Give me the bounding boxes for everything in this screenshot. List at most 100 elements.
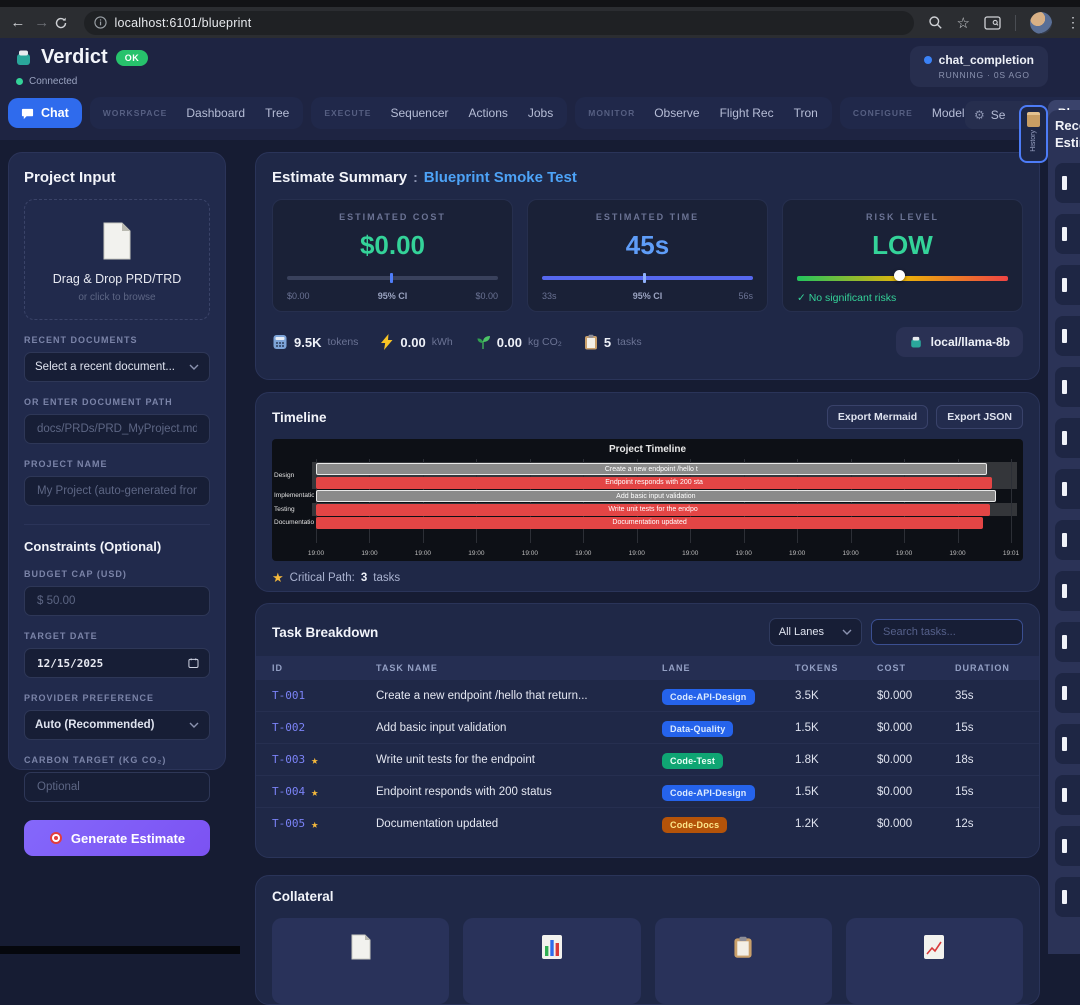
nav-tab-jobs[interactable]: Jobs <box>518 100 563 126</box>
task-name: Write unit tests for the endpoint <box>376 754 662 766</box>
document-path-input[interactable] <box>35 422 199 436</box>
profile-avatar[interactable] <box>1030 12 1052 34</box>
generate-estimate-button[interactable]: Generate Estimate <box>24 820 210 856</box>
task-search-input[interactable] <box>881 625 1013 639</box>
estimate-item-text-clipped <box>1062 533 1067 547</box>
document-icon <box>100 222 134 260</box>
project-name-input[interactable] <box>35 484 199 498</box>
task-table-header: IDTASK NAMELANETOKENSCOSTDURATION <box>256 656 1039 680</box>
column-header-cost: COST <box>877 663 955 673</box>
task-breakdown-title: Task Breakdown <box>272 625 378 640</box>
collateral-card[interactable] <box>272 918 449 1004</box>
estimate-history-item[interactable] <box>1055 877 1080 917</box>
gantt-chart-title: Project Timeline <box>272 444 1023 455</box>
task-id-text: T-002 <box>272 721 305 734</box>
chevron-down-icon <box>189 722 199 728</box>
nav-tab-actions[interactable]: Actions <box>459 100 518 126</box>
task-duration: 15s <box>955 786 1025 798</box>
estimate-item-text-clipped <box>1062 788 1067 802</box>
estimate-history-item[interactable] <box>1055 469 1080 509</box>
table-row[interactable]: T-003★Write unit tests for the endpointC… <box>256 744 1039 776</box>
browser-refresh-icon[interactable] <box>54 16 78 30</box>
nav-tab-flight-rec[interactable]: Flight Rec <box>710 100 784 126</box>
gantt-bar[interactable]: Endpoint responds with 200 sta <box>316 477 992 489</box>
estimate-item-text-clipped <box>1062 227 1067 241</box>
lane-badge: Data-Quality <box>662 721 733 737</box>
gantt-bar[interactable]: Add basic input validation <box>316 490 996 502</box>
provider-preference-select[interactable]: Auto (Recommended) <box>24 710 210 740</box>
estimate-history-item[interactable] <box>1055 571 1080 611</box>
estimate-history-item[interactable] <box>1055 163 1080 203</box>
estimate-history-item[interactable] <box>1055 367 1080 407</box>
sidebar-divider <box>24 524 210 525</box>
file-dropzone[interactable]: Drag & Drop PRD/TRD or click to browse <box>24 199 210 320</box>
task-id: T-004★ <box>272 785 376 799</box>
lane-badge: Code-API-Design <box>662 689 755 705</box>
provider-preference-label: PROVIDER PREFERENCE <box>24 693 210 703</box>
target-date-input[interactable] <box>35 656 188 671</box>
table-row[interactable]: T-004★Endpoint responds with 200 statusC… <box>256 776 1039 808</box>
estimate-history-item[interactable] <box>1055 520 1080 560</box>
browser-menu-icon[interactable]: ⋮ <box>1066 14 1080 31</box>
estimate-history-item[interactable] <box>1055 826 1080 866</box>
site-info-icon[interactable] <box>94 16 107 29</box>
estimate-history-item[interactable] <box>1055 622 1080 662</box>
bolt-icon <box>380 334 394 350</box>
summary-project-name: Blueprint Smoke Test <box>424 169 577 186</box>
task-tokens: 1.8K <box>795 754 877 766</box>
bookmark-star-icon[interactable]: ☆ <box>957 14 970 32</box>
model-chip[interactable]: local/llama-8b <box>896 327 1023 357</box>
browser-forward-icon[interactable]: → <box>30 14 54 31</box>
estimate-history-item[interactable] <box>1055 673 1080 713</box>
side-panel-icon[interactable] <box>984 16 1001 30</box>
budget-cap-input[interactable] <box>35 594 199 608</box>
export-mermaid-button[interactable]: Export Mermaid <box>827 405 928 429</box>
lane-filter-value: All Lanes <box>779 626 824 638</box>
nav-tab-dashboard[interactable]: Dashboard <box>176 100 255 126</box>
stat-tasks: 5tasks <box>584 334 642 350</box>
gantt-tick-label: 19:00 <box>361 550 377 557</box>
cost-ci-min: $0.00 <box>287 291 310 301</box>
address-bar[interactable]: localhost:6101/blueprint <box>84 11 914 35</box>
estimate-history-item[interactable] <box>1055 316 1080 356</box>
task-name: Endpoint responds with 200 status <box>376 786 662 798</box>
browser-back-icon[interactable]: ← <box>6 14 30 31</box>
provider-preference-value: Auto (Recommended) <box>35 719 189 731</box>
carbon-target-label: CARBON TARGET (KG CO₂) <box>24 755 210 765</box>
nav-tab-observe[interactable]: Observe <box>644 100 709 126</box>
gantt-bar[interactable]: Write unit tests for the endpo <box>316 504 990 516</box>
calendar-icon[interactable] <box>188 657 199 669</box>
history-tab[interactable]: History <box>1019 105 1048 163</box>
table-row[interactable]: T-002Add basic input validationData-Qual… <box>256 712 1039 744</box>
table-row[interactable]: T-001Create a new endpoint /hello that r… <box>256 680 1039 712</box>
collateral-card[interactable] <box>846 918 1023 1004</box>
estimate-history-item[interactable] <box>1055 775 1080 815</box>
estimate-item-text-clipped <box>1062 431 1067 445</box>
carbon-target-input[interactable] <box>35 780 199 794</box>
gantt-bar[interactable]: Create a new endpoint /hello t <box>316 463 987 475</box>
nav-tab-tron[interactable]: Tron <box>784 100 828 126</box>
chat-button[interactable]: Chat <box>8 98 82 128</box>
collateral-card[interactable] <box>463 918 640 1004</box>
estimate-history-item[interactable] <box>1055 265 1080 305</box>
estimate-item-text-clipped <box>1062 380 1067 394</box>
estimate-history-item[interactable] <box>1055 214 1080 254</box>
recent-documents-label: RECENT DOCUMENTS <box>24 335 210 345</box>
clipboard-icon <box>655 934 832 960</box>
constraints-title: Constraints (Optional) <box>24 539 210 554</box>
search-icon[interactable] <box>928 15 943 30</box>
generate-estimate-label: Generate Estimate <box>71 831 185 846</box>
collateral-card[interactable] <box>655 918 832 1004</box>
export-json-button[interactable]: Export JSON <box>936 405 1023 429</box>
estimate-history-item[interactable] <box>1055 418 1080 458</box>
collateral-title: Collateral <box>272 889 334 904</box>
recent-documents-select[interactable]: Select a recent document... <box>24 352 210 382</box>
task-tokens: 3.5K <box>795 690 877 702</box>
nav-tab-sequencer[interactable]: Sequencer <box>380 100 458 126</box>
lane-filter-select[interactable]: All Lanes <box>769 618 862 646</box>
table-row[interactable]: T-005★Documentation updatedCode-Docs1.2K… <box>256 808 1039 839</box>
estimate-history-item[interactable] <box>1055 724 1080 764</box>
nav-tab-tree[interactable]: Tree <box>255 100 299 126</box>
gantt-bar[interactable]: Documentation updated <box>316 517 983 529</box>
estimate-item-text-clipped <box>1062 737 1067 751</box>
